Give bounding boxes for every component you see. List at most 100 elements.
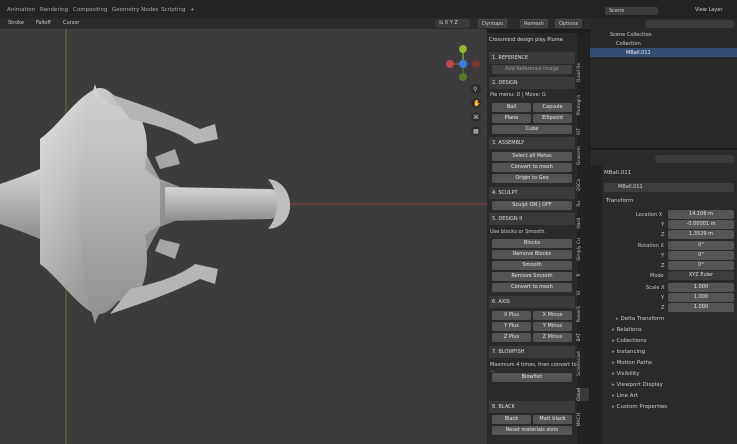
tab-quad-re[interactable]: Quad Re [577, 63, 589, 82]
tab-compositing[interactable]: Compositing [73, 7, 107, 13]
capsule-button[interactable]: Capsule [533, 103, 572, 112]
selected-row[interactable] [590, 48, 737, 57]
design2-header[interactable]: 5. DESIGN II [489, 213, 575, 225]
tab-powers[interactable]: PowerS [577, 306, 589, 322]
tab-qsca[interactable]: QSCa [577, 179, 589, 191]
properties-tabs[interactable] [590, 165, 602, 444]
location-x-field[interactable]: 14.106 m [668, 210, 734, 219]
collections-section[interactable]: Collections [612, 338, 647, 344]
custom-properties-section[interactable]: Custom Properties [612, 404, 668, 410]
convert-to-mesh-button[interactable]: Convert to mesh [492, 163, 572, 172]
scale-y-field[interactable]: 1.000 [668, 293, 734, 302]
blocks-button[interactable]: Blocks [492, 239, 572, 248]
instancing-section[interactable]: Instancing [612, 349, 646, 355]
z-plus-button[interactable]: Z Plus [492, 333, 531, 342]
visibility-section[interactable]: Visibility [612, 371, 640, 377]
scale-x-field[interactable]: 1.000 [668, 283, 734, 292]
navigation-gizmo[interactable] [446, 45, 480, 81]
outliner-search-input[interactable] [645, 20, 735, 28]
viewport-canvas[interactable]: ⚲ ✋ ⌘ ▦ [0, 29, 487, 444]
blowfish-button[interactable]: Blowfish [492, 373, 572, 382]
tab-tr[interactable]: Tr [577, 273, 589, 277]
mball-item[interactable]: MBall.011 [626, 50, 651, 56]
sculpt-toggle-button[interactable]: Sculpt ON | OFF [492, 201, 572, 210]
sculpt-header[interactable]: 4. SCULPT [489, 187, 575, 199]
y-plus-button[interactable]: Y Plus [492, 322, 531, 331]
tab-cloud[interactable]: Cloud [577, 388, 589, 401]
line-art-section[interactable]: Line Art [612, 393, 638, 399]
ball-button[interactable]: Ball [492, 103, 531, 112]
matt-black-button[interactable]: Matt black [533, 415, 572, 424]
tab-ru[interactable]: Ru [577, 201, 589, 207]
tab-rendering[interactable]: Rendering [40, 7, 68, 13]
relations-section[interactable]: Relations [612, 327, 642, 333]
black-header[interactable]: 8. BLACK [489, 401, 575, 413]
delta-transform-section[interactable]: Delta Transform [616, 316, 665, 322]
tool-header: Stroke Falloff Cursor ⇆ X Y Z Dyntopo Re… [0, 18, 590, 29]
rotation-mode-dropdown[interactable]: XYZ Euler [668, 271, 734, 280]
design-header[interactable]: 2. DESIGN [489, 77, 575, 89]
scale-z-field[interactable]: 1.000 [668, 303, 734, 312]
add-reference-image-button[interactable]: Add Reference Image [492, 65, 572, 74]
tab-geometry-nodes[interactable]: Geometry Nodes [112, 7, 158, 13]
tab-photogra[interactable]: Photogra [577, 95, 589, 115]
origin-to-geo-button[interactable]: Origin to Geo [492, 174, 572, 183]
collection-item[interactable]: Collection [616, 41, 641, 47]
tab-animation[interactable]: Animation [7, 7, 35, 13]
y-minus-button[interactable]: Y Minus [533, 322, 572, 331]
transform-header[interactable]: Transform [606, 198, 633, 204]
rotation-x-field[interactable]: 0° [668, 241, 734, 250]
plane-button[interactable]: Plane [492, 114, 531, 123]
options-dropdown[interactable]: Options [555, 19, 583, 28]
view-layer-selector[interactable]: View Layer [695, 7, 722, 13]
axis-header[interactable]: 6. AXIS [489, 296, 575, 308]
x-minus-button[interactable]: X Minus [533, 311, 572, 320]
select-all-metas-button[interactable]: Select all Metas [492, 152, 572, 161]
smooth-button[interactable]: Smooth [492, 261, 572, 270]
tab-grassrm[interactable]: Grassrm [577, 146, 589, 165]
remove-blocks-button[interactable]: Remove Blocks [492, 250, 572, 259]
rotation-z-field[interactable]: 0° [668, 261, 734, 270]
reset-materials-slots-button[interactable]: Reset materials slots [492, 426, 572, 435]
convert-to-mesh-2-button[interactable]: Convert to mesh [492, 283, 572, 292]
tab-hard[interactable]: Hard [577, 218, 589, 229]
tab-scripting[interactable]: Scripting [161, 7, 185, 13]
rotation-x-label: Rotation X [638, 243, 664, 249]
scene-selector[interactable]: Scene [605, 7, 658, 15]
viewport-nav-buttons[interactable]: ⚲ ✋ ⌘ ▦ [471, 84, 481, 136]
tab-simply-cu[interactable]: Simply Cu [577, 238, 589, 261]
tab-mach[interactable]: MACH [577, 413, 589, 426]
stroke-dropdown[interactable]: Stroke [5, 19, 27, 28]
dyntopo-dropdown[interactable]: Dyntopo [478, 19, 508, 28]
black-button[interactable]: Black [492, 415, 531, 424]
svg-text:⌘: ⌘ [473, 114, 479, 121]
properties-search-input[interactable] [655, 155, 735, 163]
scene-collection-item[interactable]: Scene Collection [610, 32, 652, 38]
location-y-field[interactable]: -0.00001 m [668, 220, 734, 229]
location-z-field[interactable]: 1.3529 m [668, 230, 734, 239]
blowfish-header[interactable]: 7. BLOWFISH [489, 346, 575, 358]
tab-kit[interactable]: KIT [577, 128, 589, 135]
remove-smooth-button[interactable]: Remove Smooth [492, 272, 572, 281]
3d-viewport[interactable]: ⚲ ✋ ⌘ ▦ [0, 29, 487, 444]
symmetry-toggles[interactable]: ⇆ X Y Z [436, 19, 470, 28]
rotation-y-field[interactable]: 0° [668, 251, 734, 260]
remesh-dropdown[interactable]: Remesh [520, 19, 549, 28]
svg-text:✋: ✋ [473, 99, 480, 107]
tab-bat[interactable]: BAT [577, 333, 589, 342]
falloff-dropdown[interactable]: Falloff [33, 19, 54, 28]
metaball-sculpt[interactable] [0, 84, 291, 324]
viewport-display-section[interactable]: Viewport Display [612, 382, 663, 388]
assembly-header[interactable]: 3. ASSEMBLY [489, 137, 575, 149]
x-plus-button[interactable]: X Plus [492, 311, 531, 320]
z-minus-button[interactable]: Z Minus [533, 333, 572, 342]
cursor-dropdown[interactable]: Cursor [60, 19, 82, 28]
motion-paths-section[interactable]: Motion Paths [612, 360, 652, 366]
tab-screencast[interactable]: Screencast [577, 351, 589, 376]
cube-button[interactable]: Cube [492, 125, 572, 134]
tab-vi[interactable]: Vi [577, 291, 589, 295]
reference-header[interactable]: 1. REFERENCE [489, 52, 575, 64]
ellipsoid-button[interactable]: Ellipsoid [533, 114, 572, 123]
object-name-field[interactable]: MBall.011 [604, 183, 734, 192]
add-workspace-button[interactable]: + [190, 7, 195, 13]
